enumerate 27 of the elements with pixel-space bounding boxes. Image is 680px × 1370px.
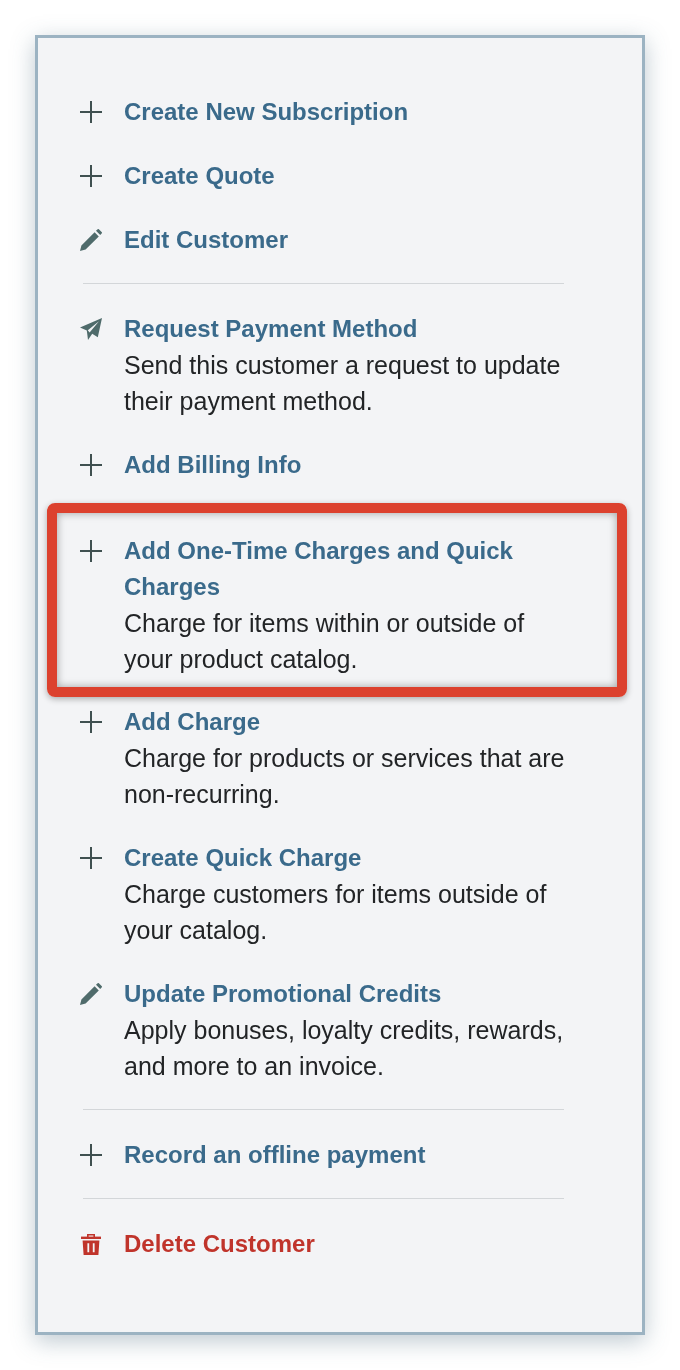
action-description: Charge for products or services that are non-recurring.: [124, 743, 566, 810]
action-link[interactable]: Edit Customer: [124, 222, 288, 258]
action-link[interactable]: Create New Subscription: [124, 94, 409, 130]
plus-icon: [80, 454, 102, 476]
action-link[interactable]: Create Quick Charge: [124, 840, 362, 876]
plus-icon: [80, 1144, 102, 1166]
action-description: Charge for items within or outside of your product catalog.: [124, 608, 526, 675]
action-description: Send this customer a request to update their payment method.: [124, 350, 562, 417]
plus-icon: [80, 847, 102, 869]
action-link[interactable]: Add Billing Info: [124, 447, 302, 483]
action-link[interactable]: Delete Customer: [124, 1226, 315, 1262]
action-link[interactable]: Add Charge: [124, 704, 260, 740]
paper-plane-icon: [80, 318, 102, 340]
action-link[interactable]: Update Promotional Credits: [124, 976, 442, 1012]
pencil-icon: [80, 229, 102, 251]
trash-icon: [80, 1233, 102, 1255]
action-link[interactable]: Create Quote: [124, 158, 275, 194]
plus-icon: [80, 101, 102, 123]
action-link[interactable]: Add One-Time Charges and Quick Charges: [124, 533, 572, 605]
action-link[interactable]: Record an offline payment: [124, 1137, 426, 1173]
action-link[interactable]: Request Payment Method: [124, 311, 418, 347]
plus-icon: [80, 540, 102, 562]
action-description: Apply bonuses, loyalty credits, rewards, and more to an invoice.: [124, 1015, 565, 1082]
plus-icon: [80, 165, 102, 187]
pencil-icon: [80, 983, 102, 1005]
action-description: Charge customers for items outside of your catalog.: [124, 879, 548, 946]
plus-icon: [80, 711, 102, 733]
